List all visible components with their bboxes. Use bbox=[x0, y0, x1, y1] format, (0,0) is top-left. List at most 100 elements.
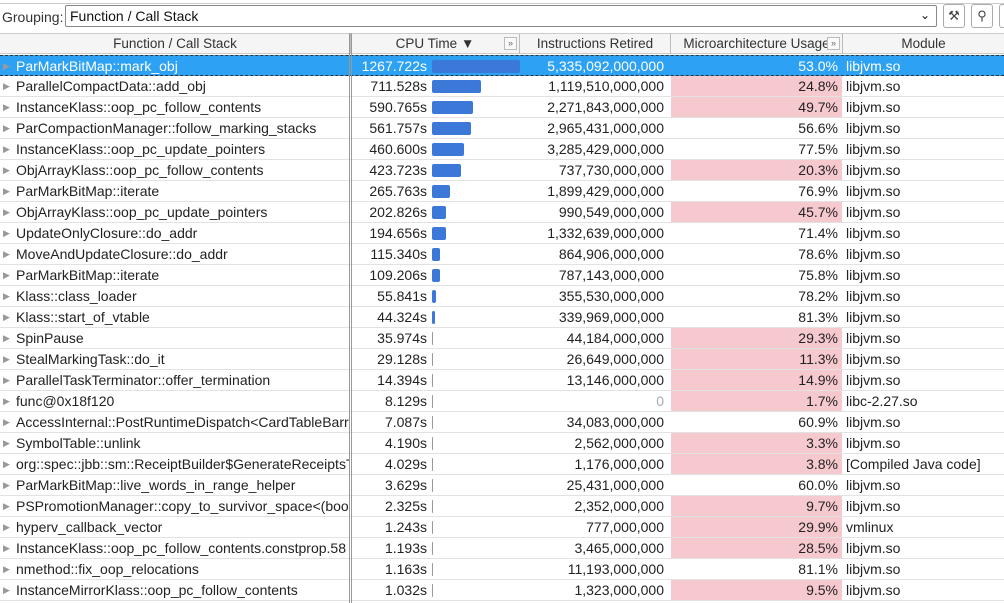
cpu-time-bar bbox=[432, 563, 433, 576]
table-row[interactable]: ▶ Klass::class_loader 55.841s 355,530,000,0… bbox=[0, 286, 1004, 307]
expand-triangle-icon[interactable]: ▶ bbox=[3, 412, 10, 432]
table-row[interactable]: ▶ org::spec::jbb::sm::ReceiptBuilder$Gene… bbox=[0, 454, 1004, 475]
function-cell: ▶ PSPromotionManager::copy_to_survivor_sp… bbox=[0, 496, 349, 516]
expand-triangle-icon[interactable]: ▶ bbox=[3, 433, 10, 453]
micro-usage-cell: 77.5% bbox=[798, 141, 838, 157]
expand-triangle-icon[interactable]: ▶ bbox=[3, 160, 10, 180]
table-row[interactable]: ▶ ParallelCompactData::add_obj 711.528s 1,1… bbox=[0, 76, 1004, 97]
function-name: ParallelTaskTerminator::offer_terminatio… bbox=[16, 372, 271, 388]
expand-triangle-icon[interactable]: ▶ bbox=[3, 580, 10, 600]
expand-triangle-icon[interactable]: ▶ bbox=[3, 286, 10, 306]
module-cell: libjvm.so bbox=[846, 435, 901, 451]
table-row[interactable]: ▶ ObjArrayKlass::oop_pc_follow_contents 42… bbox=[0, 160, 1004, 181]
cpu-time-cell: 1.243s bbox=[384, 519, 427, 535]
cpu-time-bar bbox=[432, 164, 462, 177]
expand-triangle-icon[interactable]: ▶ bbox=[3, 370, 10, 390]
module-cell: libjvm.so bbox=[846, 582, 901, 598]
table-row[interactable]: ▶ InstanceMirrorKlass::oop_pc_follow_cont… bbox=[0, 580, 1004, 601]
cpu-time-bar bbox=[432, 521, 433, 534]
table-row[interactable]: ▶ ParallelTaskTerminator::offer_terminati… bbox=[0, 370, 1004, 391]
expand-triangle-icon[interactable]: ▶ bbox=[3, 139, 10, 159]
column-divider[interactable] bbox=[349, 33, 350, 603]
cpu-time-cell: 8.129s bbox=[384, 393, 427, 409]
column-header-micro[interactable]: Microarchitecture Usage» bbox=[671, 34, 843, 54]
micro-usage-cell: 78.2% bbox=[798, 288, 838, 304]
instructions-cell: 777,000,000 bbox=[586, 519, 664, 535]
micro-usage-cell: 3.8% bbox=[671, 454, 842, 474]
expand-triangle-icon[interactable]: ▶ bbox=[3, 56, 10, 76]
customize-grouping-button[interactable]: ⚒ bbox=[943, 4, 965, 28]
function-name: InstanceKlass::oop_pc_update_pointers bbox=[16, 141, 266, 157]
expand-triangle-icon[interactable]: ▶ bbox=[3, 328, 10, 348]
table-row[interactable]: ▶ ParMarkBitMap::iterate 265.763s 1,899,429… bbox=[0, 181, 1004, 202]
function-name: ParCompactionManager::follow_marking_sta… bbox=[16, 120, 317, 136]
cpu-time-bar bbox=[432, 437, 433, 450]
table-row[interactable]: ▶ ObjArrayKlass::oop_pc_update_pointers 20… bbox=[0, 202, 1004, 223]
module-cell: libjvm.so bbox=[846, 309, 901, 325]
expand-triangle-icon[interactable]: ▶ bbox=[3, 454, 10, 474]
table-row[interactable]: ▶ ParCompactionManager::follow_marking_st… bbox=[0, 118, 1004, 139]
function-cell: ▶ Klass::class_loader bbox=[0, 286, 349, 306]
table-row[interactable]: ▶ SpinPause 35.974s 44,184,000,000 29.3% libj… bbox=[0, 328, 1004, 349]
table-row[interactable]: ▶ UpdateOnlyClosure::do_addr 194.656s 1,332… bbox=[0, 223, 1004, 244]
cpu-time-cell: 4.029s bbox=[384, 456, 427, 472]
expand-triangle-icon[interactable]: ▶ bbox=[3, 517, 10, 537]
expand-triangle-icon[interactable]: ▶ bbox=[3, 202, 10, 222]
function-cell: ▶ nmethod::fix_oop_relocations bbox=[0, 559, 349, 579]
cpu-time-cell: 4.190s bbox=[384, 435, 427, 451]
table-row[interactable]: ▶ ParMarkBitMap::mark_obj 1267.722s 5,335,0… bbox=[0, 55, 1004, 76]
table-row[interactable]: ▶ PSPromotionManager::copy_to_survivor_sp… bbox=[0, 496, 1004, 517]
table-row[interactable]: ▶ MoveAndUpdateClosure::do_addr 115.340s 86… bbox=[0, 244, 1004, 265]
expand-triangle-icon[interactable]: ▶ bbox=[3, 475, 10, 495]
expand-triangle-icon[interactable]: ▶ bbox=[3, 496, 10, 516]
instructions-cell: 3,465,000,000 bbox=[574, 540, 664, 556]
expand-triangle-icon[interactable]: ▶ bbox=[3, 307, 10, 327]
table-row[interactable]: ▶ Klass::start_of_vtable 44.324s 339,969,00… bbox=[0, 307, 1004, 328]
expand-triangle-icon[interactable]: ▶ bbox=[3, 391, 10, 411]
grouping-select[interactable]: Function / Call Stack ⌄ bbox=[65, 5, 937, 27]
table-row[interactable]: ▶ ParMarkBitMap::iterate 109.206s 787,143,0… bbox=[0, 265, 1004, 286]
table-row[interactable]: ▶ SymbolTable::unlink 4.190s 2,562,000,000 3… bbox=[0, 433, 1004, 454]
expand-column-button[interactable]: » bbox=[827, 37, 840, 50]
column-header-cpu-time[interactable]: CPU Time ▼ » bbox=[351, 34, 520, 54]
expand-triangle-icon[interactable]: ▶ bbox=[3, 223, 10, 243]
expand-triangle-icon[interactable]: ▶ bbox=[3, 538, 10, 558]
expand-triangle-icon[interactable]: ▶ bbox=[3, 97, 10, 117]
function-cell: ▶ ObjArrayKlass::oop_pc_update_pointers bbox=[0, 202, 349, 222]
instructions-cell: 26,649,000,000 bbox=[566, 351, 664, 367]
expand-triangle-icon[interactable]: ▶ bbox=[3, 118, 10, 138]
table-row[interactable]: ▶ InstanceKlass::oop_pc_follow_contents.c… bbox=[0, 538, 1004, 559]
function-cell: ▶ AccessInternal::PostRuntimeDispatch<Car… bbox=[0, 412, 349, 432]
table-row[interactable]: ▶ nmethod::fix_oop_relocations 1.163s 11,19… bbox=[0, 559, 1004, 580]
search-button[interactable]: ⚲ bbox=[971, 4, 993, 28]
table-row[interactable]: ▶ ParMarkBitMap::live_words_in_range_help… bbox=[0, 475, 1004, 496]
table-row[interactable]: ▶ InstanceKlass::oop_pc_update_pointers 46… bbox=[0, 139, 1004, 160]
table-row[interactable]: ▶ AccessInternal::PostRuntimeDispatch<Car… bbox=[0, 412, 1004, 433]
expand-triangle-icon[interactable]: ▶ bbox=[3, 76, 10, 96]
function-name: ParallelCompactData::add_obj bbox=[16, 78, 206, 94]
column-divider[interactable] bbox=[351, 33, 352, 603]
expand-triangle-icon[interactable]: ▶ bbox=[3, 559, 10, 579]
function-name: SymbolTable::unlink bbox=[16, 435, 141, 451]
expand-triangle-icon[interactable]: ▶ bbox=[3, 349, 10, 369]
function-cell: ▶ UpdateOnlyClosure::do_addr bbox=[0, 223, 349, 243]
column-label: Microarchitecture Usage bbox=[683, 36, 830, 51]
expand-column-button[interactable]: » bbox=[504, 37, 517, 50]
table-row[interactable]: ▶ StealMarkingTask::do_it 29.128s 26,649,00… bbox=[0, 349, 1004, 370]
micro-usage-cell: 45.7% bbox=[671, 202, 842, 222]
cpu-time-bar bbox=[432, 542, 433, 555]
table-header: Function / Call Stack CPU Time ▼ » Instru… bbox=[0, 33, 1004, 54]
table-row[interactable]: ▶ hyperv_callback_vector 1.243s 777,000,000… bbox=[0, 517, 1004, 538]
column-header-function[interactable]: Function / Call Stack bbox=[0, 34, 351, 54]
more-button[interactable] bbox=[999, 4, 1004, 28]
column-header-instructions[interactable]: Instructions Retired bbox=[520, 34, 671, 54]
expand-triangle-icon[interactable]: ▶ bbox=[3, 265, 10, 285]
expand-triangle-icon[interactable]: ▶ bbox=[3, 244, 10, 264]
table-row[interactable]: ▶ InstanceKlass::oop_pc_follow_contents 59… bbox=[0, 97, 1004, 118]
cpu-time-bar bbox=[432, 143, 464, 156]
column-header-module[interactable]: Module bbox=[843, 34, 1004, 54]
column-label: CPU Time bbox=[395, 36, 458, 51]
function-name: hyperv_callback_vector bbox=[16, 519, 163, 535]
expand-triangle-icon[interactable]: ▶ bbox=[3, 181, 10, 201]
table-row[interactable]: ▶ func@0x18f120 8.129s 0 1.7% libc-2.27.so bbox=[0, 391, 1004, 412]
